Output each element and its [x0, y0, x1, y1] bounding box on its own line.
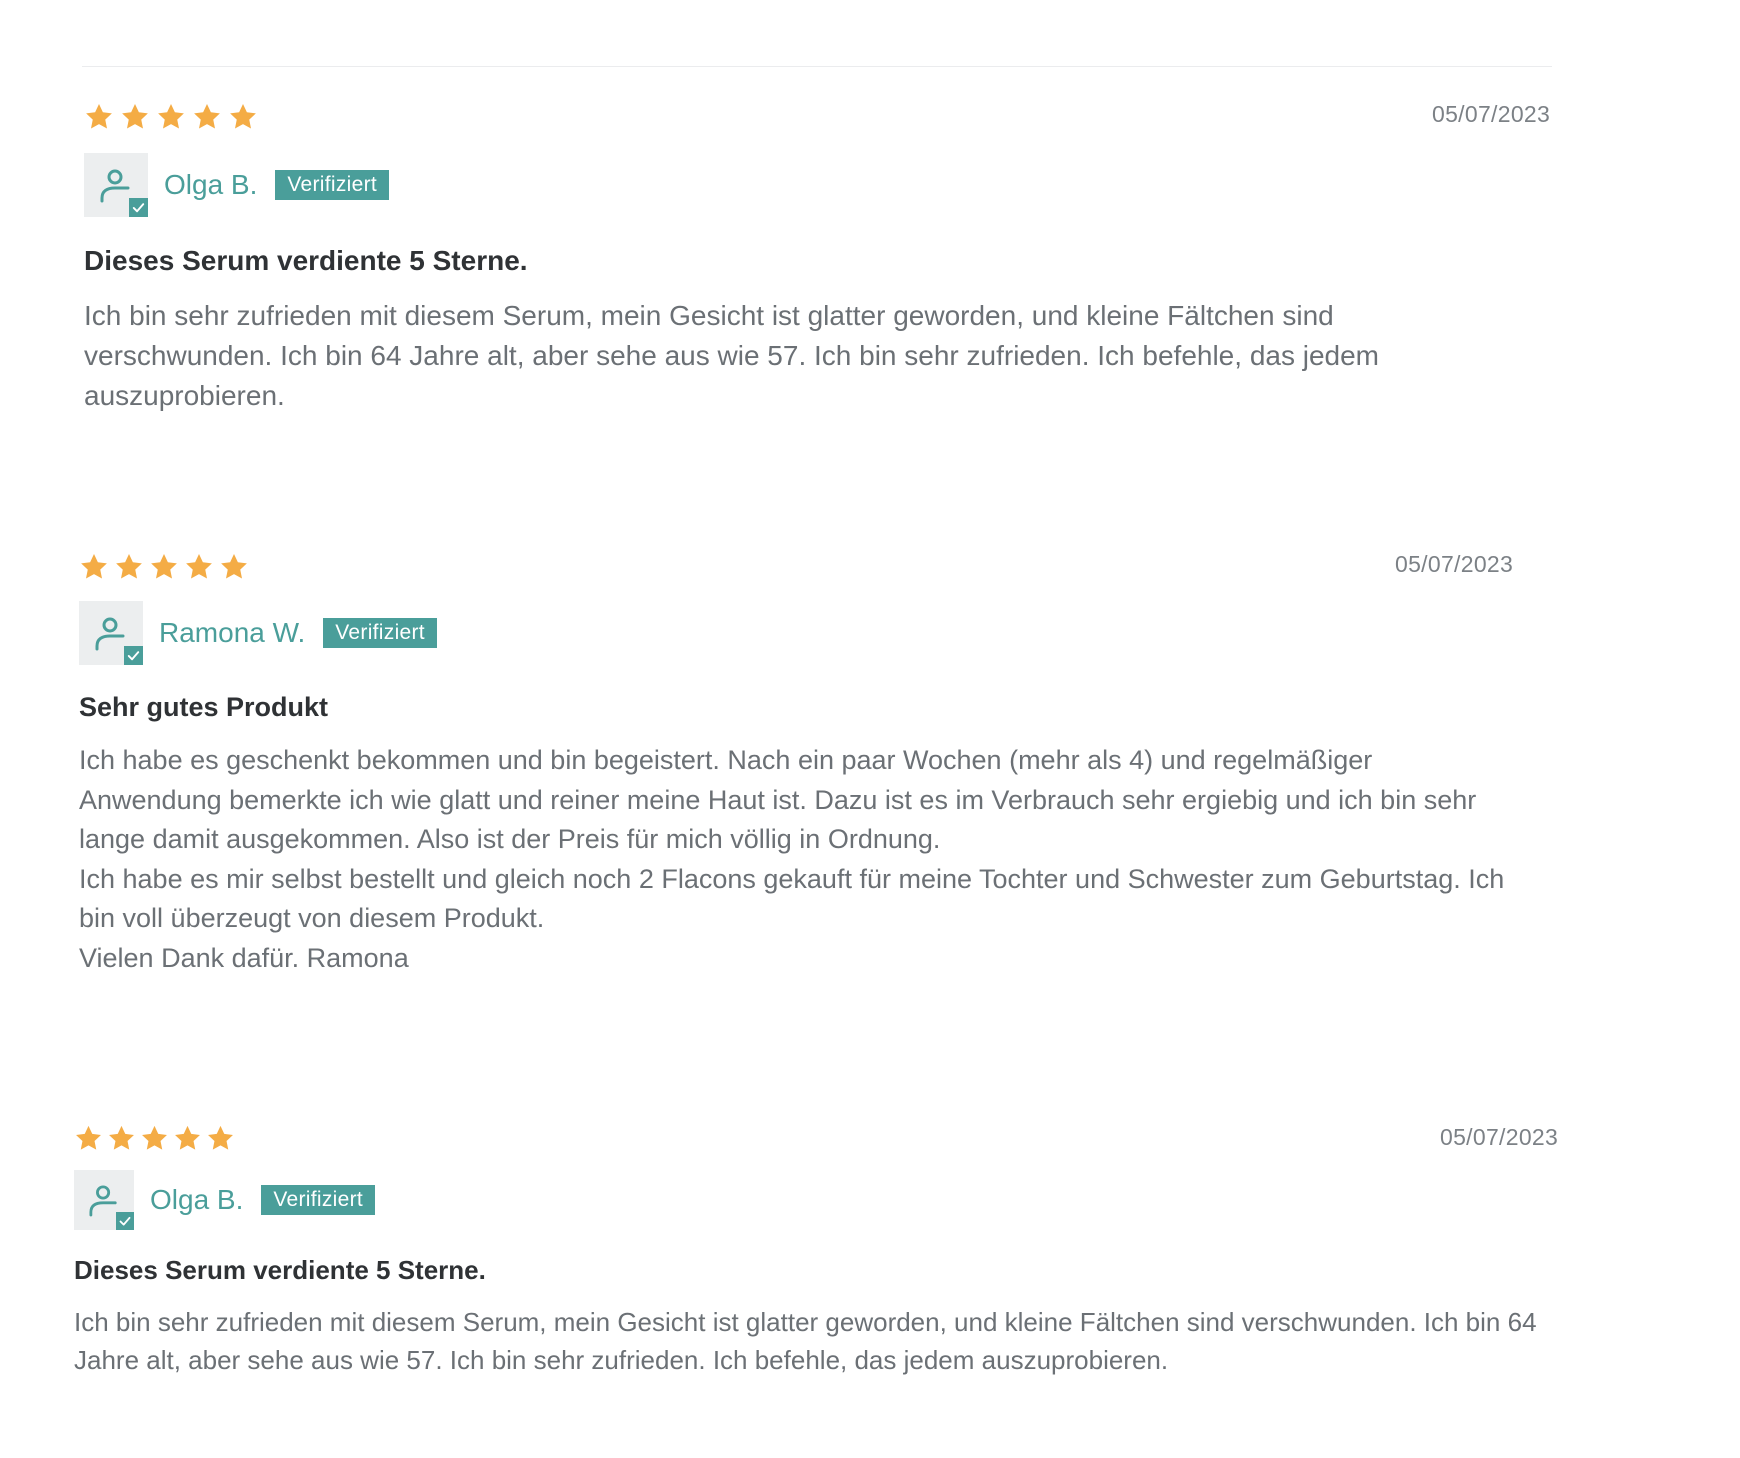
- star-icon: [142, 1125, 167, 1150]
- star-rating: [84, 102, 258, 132]
- star-icon: [122, 104, 148, 129]
- review-paragraph: Ich bin sehr zufrieden mit diesem Serum,…: [74, 1307, 1537, 1375]
- author-name: Olga B.: [150, 1184, 244, 1215]
- review-paragraph: Vielen Dank dafür. Ramona: [79, 942, 409, 973]
- star-icon: [186, 554, 212, 579]
- author-name: Olga B.: [164, 169, 258, 200]
- review-paragraph: Ich habe es geschenkt bekommen und bin b…: [79, 745, 1477, 854]
- review-paragraph: Ich habe es mir selbst bestellt und glei…: [79, 863, 1505, 934]
- star-rating: [79, 552, 249, 582]
- check-icon: [116, 1212, 134, 1230]
- review-title: Sehr gutes Produkt: [79, 692, 329, 722]
- star-icon: [151, 554, 177, 579]
- verified-badge: Verifiziert: [261, 1185, 376, 1215]
- review-date: 05/07/2023: [1395, 551, 1514, 577]
- review-body: Ich bin sehr zufrieden mit diesem Serum,…: [74, 1303, 1554, 1379]
- review-body: Ich habe es geschenkt bekommen und bin b…: [79, 741, 1519, 978]
- star-icon: [86, 104, 112, 129]
- star-icon: [221, 554, 247, 579]
- star-icon: [208, 1125, 233, 1150]
- review-date: 05/07/2023: [1432, 101, 1551, 127]
- verified-badge: Verifiziert: [323, 618, 437, 648]
- review-body: Ich bin sehr zufrieden mit diesem Serum,…: [84, 296, 1454, 416]
- avatar: [74, 1170, 134, 1230]
- star-icon: [76, 1125, 101, 1150]
- star-icon: [116, 554, 142, 579]
- avatar: [84, 153, 148, 217]
- star-icon: [81, 554, 107, 579]
- star-icon: [230, 104, 256, 129]
- review-paragraph: Ich bin sehr zufrieden mit diesem Serum,…: [84, 300, 1379, 411]
- star-icon: [109, 1125, 134, 1150]
- top-divider: [82, 66, 1552, 67]
- author-name: Ramona W.: [159, 617, 306, 648]
- star-icon: [175, 1125, 200, 1150]
- review-title: Dieses Serum verdiente 5 Sterne.: [74, 1255, 486, 1285]
- review-date: 05/07/2023: [1440, 1124, 1559, 1150]
- star-icon: [194, 104, 220, 129]
- avatar: [79, 601, 143, 665]
- review-author-row: Olga B. Verifiziert: [74, 1170, 376, 1230]
- star-icon: [158, 104, 184, 129]
- review-author-row: Olga B. Verifiziert: [84, 153, 390, 217]
- review-author-row: Ramona W. Verifiziert: [79, 601, 437, 665]
- check-icon: [124, 646, 143, 665]
- review-title: Dieses Serum verdiente 5 Sterne.: [84, 245, 528, 276]
- check-icon: [129, 198, 148, 217]
- star-rating: [74, 1124, 235, 1153]
- verified-badge: Verifiziert: [275, 170, 390, 200]
